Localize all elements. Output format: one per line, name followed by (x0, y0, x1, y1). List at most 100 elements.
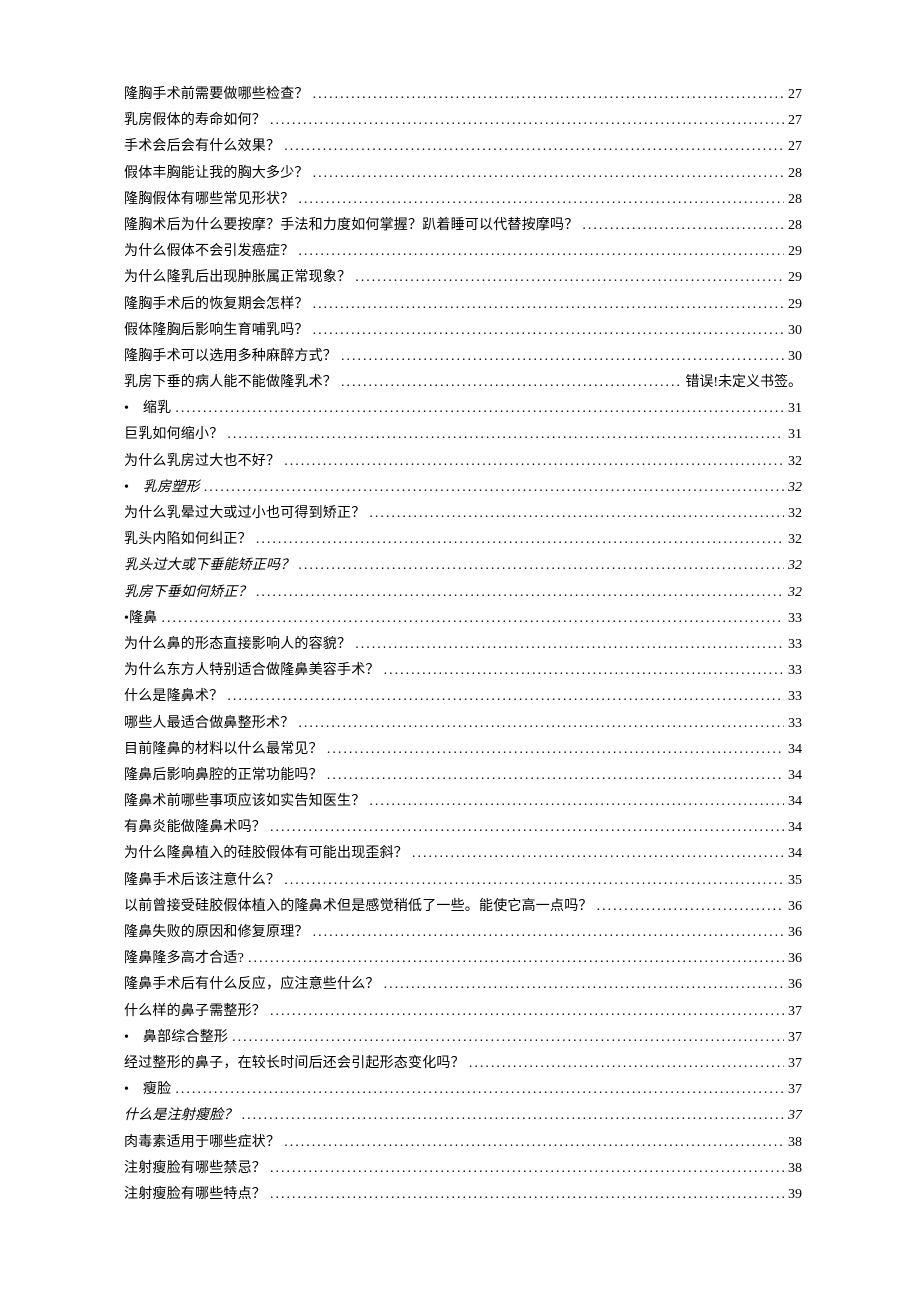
toc-entry[interactable]: 哪些人最适合做鼻整形术？33 (124, 717, 802, 731)
toc-leader-dots (384, 978, 784, 992)
toc-entry[interactable]: 有鼻炎能做隆鼻术吗？ 34 (124, 821, 802, 835)
toc-entry-title: 为什么东方人特别适合做隆鼻美容手术？ (124, 664, 380, 678)
toc-entry[interactable]: 乳房假体的寿命如何？27 (124, 114, 802, 128)
toc-entry-page: 34 (788, 743, 802, 757)
toc-leader-dots (298, 717, 784, 731)
table-of-contents: 隆胸手术前需要做哪些检查？27乳房假体的寿命如何？27手术会后会有什么效果？27… (124, 88, 802, 1202)
toc-leader-dots (327, 769, 784, 783)
toc-entry[interactable]: 为什么乳晕过大或过小也可得到矫正？ 32 (124, 507, 802, 521)
toc-entry-title: 隆胸手术可以选用多种麻醉方式？ (124, 350, 337, 364)
bullet-icon: • (124, 1031, 143, 1045)
toc-entry-page: 36 (788, 926, 802, 940)
toc-entry-page: 35 (788, 874, 802, 888)
toc-leader-dots (270, 114, 784, 128)
toc-entry-page: 30 (788, 350, 802, 364)
toc-leader-dots (341, 376, 681, 390)
toc-entry[interactable]: • 瘦脸 37 (124, 1083, 802, 1097)
toc-entry[interactable]: 隆胸术后为什么要按摩？手法和力度如何掌握？趴着睡可以代替按摩吗？28 (124, 219, 802, 233)
toc-entry[interactable]: 假体隆胸后影响生育哺乳吗？30 (124, 324, 802, 338)
toc-entry[interactable]: 隆胸手术可以选用多种麻醉方式？ 30 (124, 350, 802, 364)
toc-entry[interactable]: 目前隆鼻的材料以什么最常见？34 (124, 743, 802, 757)
toc-entry[interactable]: 什么是隆鼻术？33 (124, 690, 802, 704)
toc-entry[interactable]: 隆鼻手术后有什么反应，应注意些什么？36 (124, 978, 802, 992)
toc-entry-title: 隆鼻手术后有什么反应，应注意些什么？ (124, 978, 380, 992)
toc-entry[interactable]: 隆鼻失败的原因和修复原理？36 (124, 926, 802, 940)
toc-entry-title: 隆胸手术前需要做哪些检查？ (124, 88, 309, 102)
toc-entry[interactable]: 乳房下垂的病人能不能做隆乳术？错误!未定义书签。 (124, 376, 802, 390)
toc-leader-dots (232, 1031, 784, 1045)
toc-entry[interactable]: • 乳房塑形32 (124, 481, 802, 495)
toc-entry[interactable]: 隆胸手术后的恢复期会怎样？29 (124, 298, 802, 312)
toc-entry[interactable]: 什么样的鼻子需整形？37 (124, 1005, 802, 1019)
toc-entry-title: 为什么乳晕过大或过小也可得到矫正？ (124, 507, 365, 521)
toc-entry[interactable]: 为什么鼻的形态直接影响人的容貌？33 (124, 638, 802, 652)
toc-entry-title: 隆胸假体有哪些常见形状？ (124, 193, 294, 207)
toc-entry[interactable]: 假体丰胸能让我的胸大多少？28 (124, 167, 802, 181)
bullet-icon: • (124, 1083, 143, 1097)
toc-entry-page: 30 (788, 324, 802, 338)
toc-entry[interactable]: 手术会后会有什么效果？27 (124, 140, 802, 154)
toc-entry[interactable]: 什么是注射瘦脸？37 (124, 1109, 802, 1123)
toc-entry-title: 为什么隆鼻植入的硅胶假体有可能出现歪斜？ (124, 847, 408, 861)
toc-entry[interactable]: 为什么隆鼻植入的硅胶假体有可能出现歪斜？34 (124, 847, 802, 861)
toc-entry-title: 隆鼻隆多高才合适? (124, 952, 244, 966)
toc-leader-dots (313, 88, 784, 102)
bullet-icon: • (124, 402, 143, 416)
toc-entry[interactable]: 隆鼻手术后该注意什么？35 (124, 874, 802, 888)
toc-leader-dots (355, 638, 784, 652)
toc-entry-page: 34 (788, 769, 802, 783)
toc-entry-title: 以前曾接受硅胶假体植入的隆鼻术但是感觉稍低了一些。能使它高一点吗？ (124, 900, 593, 914)
toc-entry-page: 27 (788, 140, 802, 154)
toc-entry-title: 注射瘦脸有哪些特点？ (124, 1188, 266, 1202)
toc-entry-page: 37 (788, 1057, 802, 1071)
toc-entry-title: 经过整形的鼻子，在较长时间后还会引起形态变化吗？ (124, 1057, 465, 1071)
toc-entry[interactable]: 乳房下垂如何矫正？32 (124, 586, 802, 600)
toc-entry[interactable]: 经过整形的鼻子，在较长时间后还会引起形态变化吗？ 37 (124, 1057, 802, 1071)
toc-leader-dots (256, 586, 784, 600)
toc-entry-title: 有鼻炎能做隆鼻术吗？ (124, 821, 266, 835)
toc-leader-dots (313, 298, 784, 312)
toc-entry[interactable]: 注射瘦脸有哪些禁忌？38 (124, 1162, 802, 1176)
toc-entry[interactable]: • 缩乳31 (124, 402, 802, 416)
bullet-icon: • (124, 481, 143, 495)
toc-entry-page: 38 (788, 1162, 802, 1176)
toc-entry[interactable]: 为什么隆乳后出现肿胀属正常现象？29 (124, 271, 802, 285)
toc-entry[interactable]: 隆鼻术前哪些事项应该如实告知医生？34 (124, 795, 802, 809)
toc-entry-title: 瘦脸 (143, 1083, 171, 1097)
toc-leader-dots (162, 612, 784, 626)
toc-leader-dots (270, 1162, 784, 1176)
toc-entry[interactable]: 巨乳如何缩小？31 (124, 428, 802, 442)
toc-leader-dots (270, 1188, 784, 1202)
toc-entry-page: 29 (788, 245, 802, 259)
toc-entry-page: 31 (788, 402, 802, 416)
toc-leader-dots (227, 690, 784, 704)
toc-leader-dots (313, 167, 784, 181)
toc-entry-page: 34 (788, 821, 802, 835)
toc-entry[interactable]: 注射瘦脸有哪些特点？39 (124, 1188, 802, 1202)
toc-entry-page: 32 (788, 586, 802, 600)
toc-entry-page: 37 (788, 1083, 802, 1097)
toc-entry-title: 为什么乳房过大也不好？ (124, 455, 280, 469)
toc-leader-dots (327, 743, 784, 757)
toc-entry[interactable]: • 鼻部综合整形37 (124, 1031, 802, 1045)
toc-entry[interactable]: 隆胸手术前需要做哪些检查？27 (124, 88, 802, 102)
toc-entry[interactable]: •隆鼻33 (124, 612, 802, 626)
toc-entry[interactable]: 隆鼻后影响鼻腔的正常功能吗？34 (124, 769, 802, 783)
toc-entry-page: 37 (788, 1031, 802, 1045)
toc-entry[interactable]: 为什么乳房过大也不好？ 32 (124, 455, 802, 469)
toc-entry-page: 28 (788, 219, 802, 233)
toc-entry[interactable]: 为什么东方人特别适合做隆鼻美容手术？33 (124, 664, 802, 678)
toc-entry[interactable]: 为什么假体不会引发癌症？29 (124, 245, 802, 259)
toc-entry[interactable]: 以前曾接受硅胶假体植入的隆鼻术但是感觉稍低了一些。能使它高一点吗？ 36 (124, 900, 802, 914)
toc-entry-page: 36 (788, 900, 802, 914)
toc-entry[interactable]: 隆鼻隆多高才合适? 36 (124, 952, 802, 966)
toc-entry[interactable]: 隆胸假体有哪些常见形状？28 (124, 193, 802, 207)
toc-entry-page: 36 (788, 952, 802, 966)
toc-entry-page: 32 (788, 507, 802, 521)
toc-entry-page: 32 (788, 455, 802, 469)
toc-leader-dots (242, 1109, 784, 1123)
toc-entry[interactable]: 肉毒素适用于哪些症状？38 (124, 1136, 802, 1150)
toc-entry[interactable]: 乳头内陷如何纠正？32 (124, 533, 802, 547)
toc-entry[interactable]: 乳头过大或下垂能矫正吗？32 (124, 559, 802, 573)
toc-leader-dots (284, 140, 784, 154)
